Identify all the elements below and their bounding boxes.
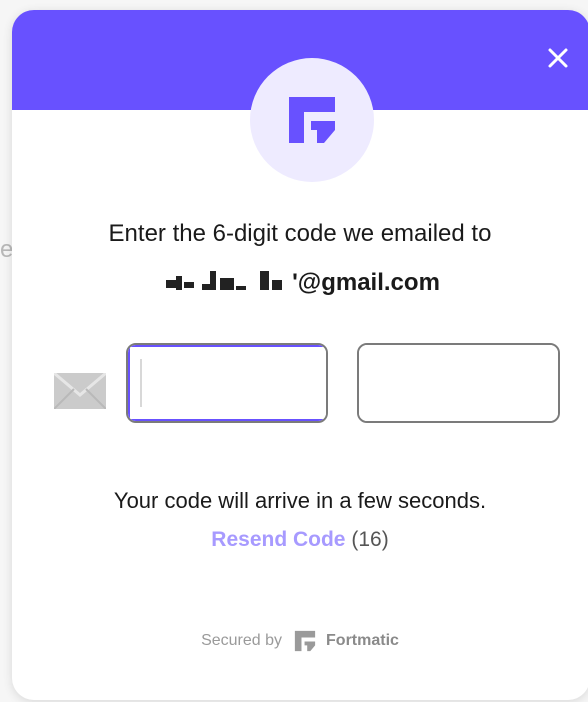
code-group-first (126, 343, 328, 423)
secured-by-footer: Secured by Fortmatic (12, 630, 588, 652)
secured-by-label: Secured by (201, 632, 283, 649)
email-domain: '@gmail.com (292, 269, 440, 296)
instruction-text: Enter the 6-digit code we emailed to (108, 220, 492, 247)
fortmatic-logo-icon (289, 97, 335, 143)
code-digit-4[interactable] (359, 345, 558, 421)
fortmatic-brand[interactable]: Fortmatic (326, 632, 399, 650)
code-group-second (357, 343, 560, 423)
resend-code-link[interactable]: Resend Code (211, 528, 345, 551)
verification-dialog: Enter the 6-digit code we emailed to '@g… (12, 10, 588, 700)
code-digit-1[interactable] (128, 345, 326, 421)
close-icon (548, 48, 568, 68)
close-button[interactable] (540, 40, 576, 76)
text-caret (140, 359, 142, 407)
resend-countdown: (16) (351, 528, 389, 551)
fortmatic-mini-logo-icon (294, 630, 316, 652)
resend-row: Resend Code (16) (12, 528, 588, 552)
arrival-note: Your code will arrive in a few seconds. (113, 488, 487, 513)
masked-email: '@gmail.com (12, 268, 588, 297)
envelope-icon (54, 373, 106, 409)
fortmatic-logo (250, 58, 374, 182)
redacted-email-prefix (160, 268, 292, 294)
